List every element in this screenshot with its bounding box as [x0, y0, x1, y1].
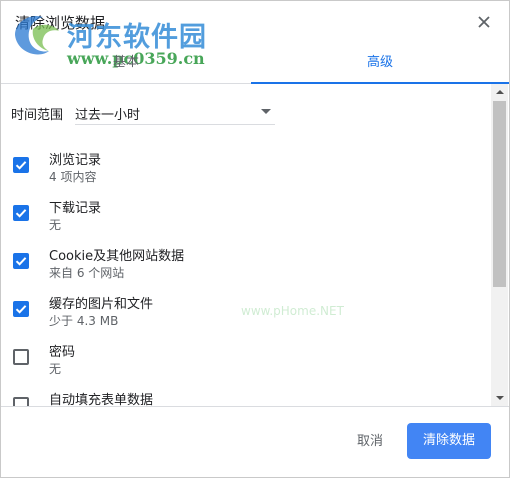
- dialog-title: 清除浏览数据: [15, 14, 106, 32]
- tab-basic[interactable]: 基本: [1, 45, 251, 83]
- close-button[interactable]: [473, 11, 495, 33]
- item-title: 缓存的图片和文件: [49, 297, 154, 312]
- dialog-footer: 取消 清除数据: [1, 406, 509, 477]
- time-range-label: 时间范围: [11, 108, 64, 123]
- cancel-button[interactable]: 取消: [343, 425, 397, 459]
- checkbox-cached-images[interactable]: [13, 301, 29, 317]
- time-range-value: 过去一小时: [75, 108, 141, 123]
- clear-browsing-data-dialog: 清除浏览数据 河东软件园 www.pc0359.cn 基本 高级 时间范围 过去…: [0, 0, 510, 478]
- list-item-cookies: Cookie及其他网站数据 来自 6 个网站: [1, 245, 481, 289]
- tab-advanced[interactable]: 高级: [251, 45, 509, 84]
- time-range-select[interactable]: 过去一小时: [75, 100, 275, 125]
- checkbox-download-history[interactable]: [13, 205, 29, 221]
- item-title: 密码: [49, 345, 76, 360]
- tab-bar: 基本 高级: [1, 45, 509, 84]
- checkbox-browsing-history[interactable]: [13, 157, 29, 173]
- item-title: Cookie及其他网站数据: [49, 249, 185, 264]
- scroll-down-arrow-icon[interactable]: [491, 389, 508, 406]
- item-title: 浏览记录: [49, 153, 102, 168]
- checkbox-passwords[interactable]: [13, 349, 29, 365]
- list-item-browsing-history: 浏览记录 4 项内容: [1, 149, 481, 193]
- checkbox-cookies[interactable]: [13, 253, 29, 269]
- item-subtitle: 来自 6 个网站: [49, 266, 125, 280]
- list-item-cached-images: 缓存的图片和文件 少于 4.3 MB: [1, 293, 481, 337]
- item-subtitle: 无: [49, 362, 62, 376]
- checkbox-autofill[interactable]: [13, 397, 29, 406]
- list-item-download-history: 下载记录 无: [1, 197, 481, 241]
- time-range-row: 时间范围 过去一小时: [11, 100, 481, 126]
- dropdown-arrow-icon: [261, 109, 271, 114]
- scroll-up-arrow-icon[interactable]: [491, 84, 508, 101]
- vertical-scrollbar[interactable]: [491, 84, 508, 406]
- item-subtitle: 少于 4.3 MB: [49, 314, 119, 328]
- list-item-passwords: 密码 无: [1, 341, 481, 385]
- settings-list: 时间范围 过去一小时 浏览记录 4 项内容 下载记录 无 Cookie及其他网站…: [1, 84, 491, 406]
- list-item-autofill: 自动填充表单数据: [1, 389, 481, 406]
- scrollbar-thumb[interactable]: [493, 101, 506, 287]
- item-subtitle: 无: [49, 218, 62, 232]
- clear-data-button[interactable]: 清除数据: [407, 423, 491, 459]
- item-subtitle: 4 项内容: [49, 170, 97, 184]
- close-icon: [473, 11, 495, 33]
- item-title: 下载记录: [49, 201, 102, 216]
- item-title: 自动填充表单数据: [49, 393, 154, 406]
